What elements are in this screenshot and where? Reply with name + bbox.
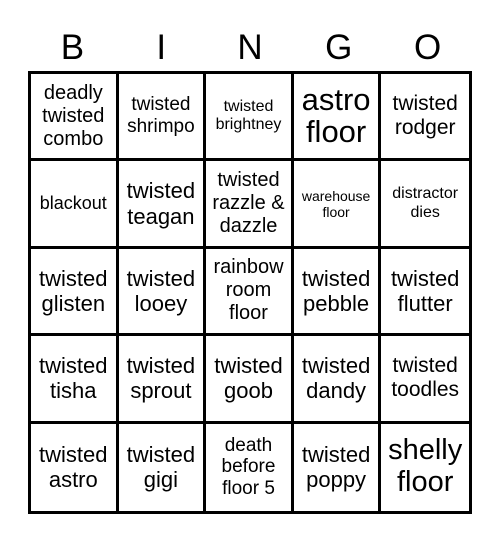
- cell-text: twisted glisten: [39, 265, 108, 316]
- cell-text: deadly twisted combo: [42, 81, 105, 150]
- cell-text: twisted flutter: [390, 265, 460, 316]
- header-letter-g: G: [325, 28, 353, 67]
- bingo-cell[interactable]: twisted looey: [118, 248, 207, 337]
- header-letter-n: N: [237, 28, 263, 67]
- bingo-cell[interactable]: twisted goob: [206, 336, 294, 424]
- bingo-cell[interactable]: twisted flutter: [381, 249, 469, 337]
- cell-text: warehouse floor: [301, 187, 371, 220]
- cell-text: twisted pebble: [301, 265, 371, 316]
- bingo-cell[interactable]: twisted poppy: [294, 423, 382, 511]
- bingo-cell[interactable]: astro floor: [293, 74, 382, 162]
- cell-text: twisted looey: [126, 265, 196, 316]
- bingo-board: deadly twisted combo twisted shrimpo twi…: [28, 71, 472, 514]
- bingo-cell[interactable]: twisted tisha: [31, 336, 119, 424]
- cell-text: twisted tisha: [39, 353, 108, 404]
- bingo-cell[interactable]: blackout: [31, 161, 119, 249]
- cell-text: twisted toodles: [391, 354, 460, 402]
- cell-text: twisted razzle & dazzle: [212, 169, 285, 238]
- bingo-cell[interactable]: shelly floor: [381, 424, 469, 511]
- cell-text: twisted dandy: [301, 353, 371, 404]
- cell-text: twisted goob: [214, 353, 283, 404]
- cell-text: distractor dies: [392, 185, 459, 221]
- bingo-cell[interactable]: twisted sprout: [118, 336, 207, 424]
- bingo-cell[interactable]: twisted shrimpo: [118, 74, 207, 162]
- bingo-cell[interactable]: twisted astro: [31, 423, 119, 511]
- cell-text: blackout: [39, 193, 107, 214]
- cell-text: twisted brightney: [215, 97, 282, 134]
- bingo-cell[interactable]: twisted brightney: [206, 74, 294, 162]
- bingo-cell[interactable]: twisted dandy: [293, 336, 382, 424]
- bingo-cell[interactable]: rainbow room floor: [206, 248, 294, 337]
- bingo-cell[interactable]: distractor dies: [381, 161, 469, 249]
- cell-text: twisted sprout: [126, 353, 196, 404]
- cell-text: twisted poppy: [301, 442, 371, 493]
- bingo-cell[interactable]: twisted pebble: [293, 248, 382, 337]
- cell-text: twisted teagan: [126, 178, 196, 229]
- bingo-header: B I N G O: [28, 26, 472, 70]
- cell-text: twisted astro: [39, 442, 108, 493]
- bingo-cell[interactable]: twisted razzle & dazzle: [206, 161, 294, 249]
- cell-text: astro floor: [301, 81, 371, 150]
- cell-text: shelly floor: [388, 434, 463, 499]
- header-letter-o: O: [413, 28, 442, 67]
- bingo-cell[interactable]: deadly twisted combo: [31, 74, 119, 162]
- cell-text: rainbow room floor: [213, 256, 284, 325]
- bingo-cell[interactable]: twisted teagan: [118, 161, 207, 249]
- bingo-cell[interactable]: death before floor 5: [206, 423, 294, 511]
- cell-text: death before floor 5: [221, 434, 276, 500]
- cell-text: twisted rodger: [392, 92, 458, 140]
- bingo-cell[interactable]: twisted gigi: [119, 423, 207, 511]
- bingo-cell[interactable]: twisted rodger: [381, 74, 469, 162]
- cell-text: twisted gigi: [126, 442, 196, 493]
- cell-text: twisted shrimpo: [127, 94, 195, 138]
- header-letter-i: I: [156, 28, 167, 67]
- bingo-cell[interactable]: twisted toodles: [381, 336, 469, 424]
- bingo-cell[interactable]: twisted glisten: [31, 248, 119, 337]
- header-letter-b: B: [60, 28, 85, 67]
- bingo-cell[interactable]: warehouse floor: [293, 161, 382, 249]
